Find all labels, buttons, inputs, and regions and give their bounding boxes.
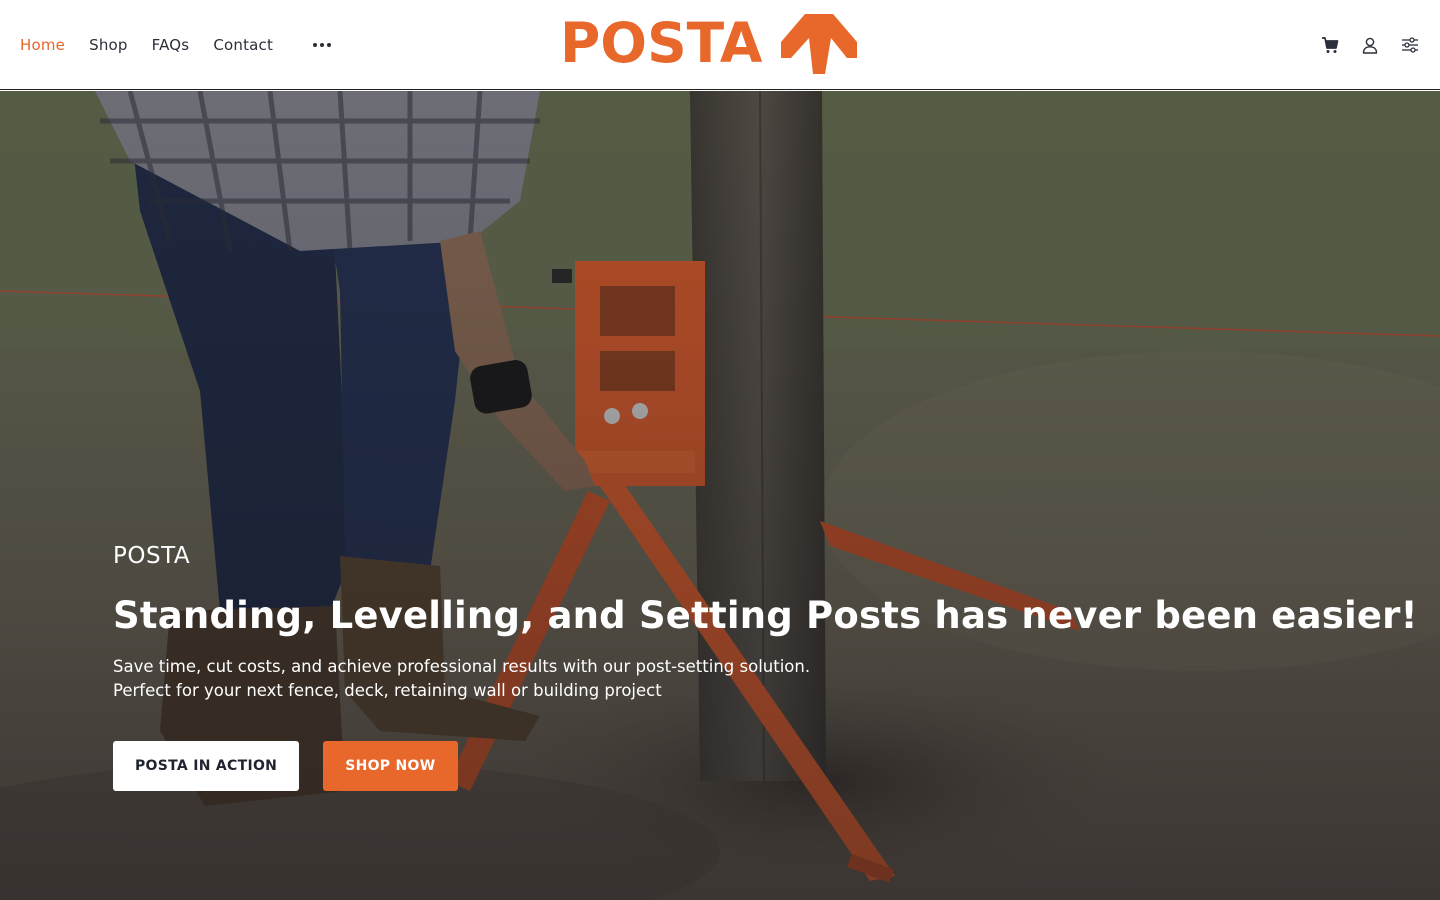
hero-eyebrow: POSTA (113, 543, 191, 569)
hero-content: POSTA Standing, Levelling, and Setting P… (113, 543, 1418, 791)
logo-wordmark: POSTA (560, 10, 763, 75)
hero-subtext-line1: Save time, cut costs, and achieve profes… (113, 656, 811, 676)
more-icon[interactable] (311, 37, 333, 53)
logo-arrow-icon (780, 14, 857, 74)
site-logo[interactable]: POSTA (560, 12, 882, 76)
shop-now-button[interactable]: SHOP NOW (323, 740, 458, 791)
posta-in-action-button[interactable]: POSTA IN ACTION (113, 740, 300, 791)
nav-contact[interactable]: Contact (213, 36, 273, 54)
hero-cta-row: POSTA IN ACTION SHOP NOW (113, 740, 1363, 791)
hero-subtext-line2: Perfect for your next fence, deck, retai… (113, 680, 662, 700)
nav-shop[interactable]: Shop (89, 36, 128, 54)
header-actions (1320, 0, 1420, 90)
account-icon[interactable] (1360, 35, 1380, 55)
hero-banner: POSTA Standing, Levelling, and Setting P… (0, 91, 1440, 900)
nav-home[interactable]: Home (20, 36, 65, 54)
hero-headline: Standing, Levelling, and Setting Posts h… (113, 594, 1418, 637)
main-nav: Home Shop FAQs Contact (20, 0, 333, 90)
settings-sliders-icon[interactable] (1400, 35, 1420, 55)
cart-icon[interactable] (1320, 35, 1340, 55)
hero-subtext: Save time, cut costs, and achieve profes… (113, 655, 1363, 703)
site-header: Home Shop FAQs Contact POSTA (0, 0, 1440, 90)
nav-faqs[interactable]: FAQs (152, 36, 190, 54)
